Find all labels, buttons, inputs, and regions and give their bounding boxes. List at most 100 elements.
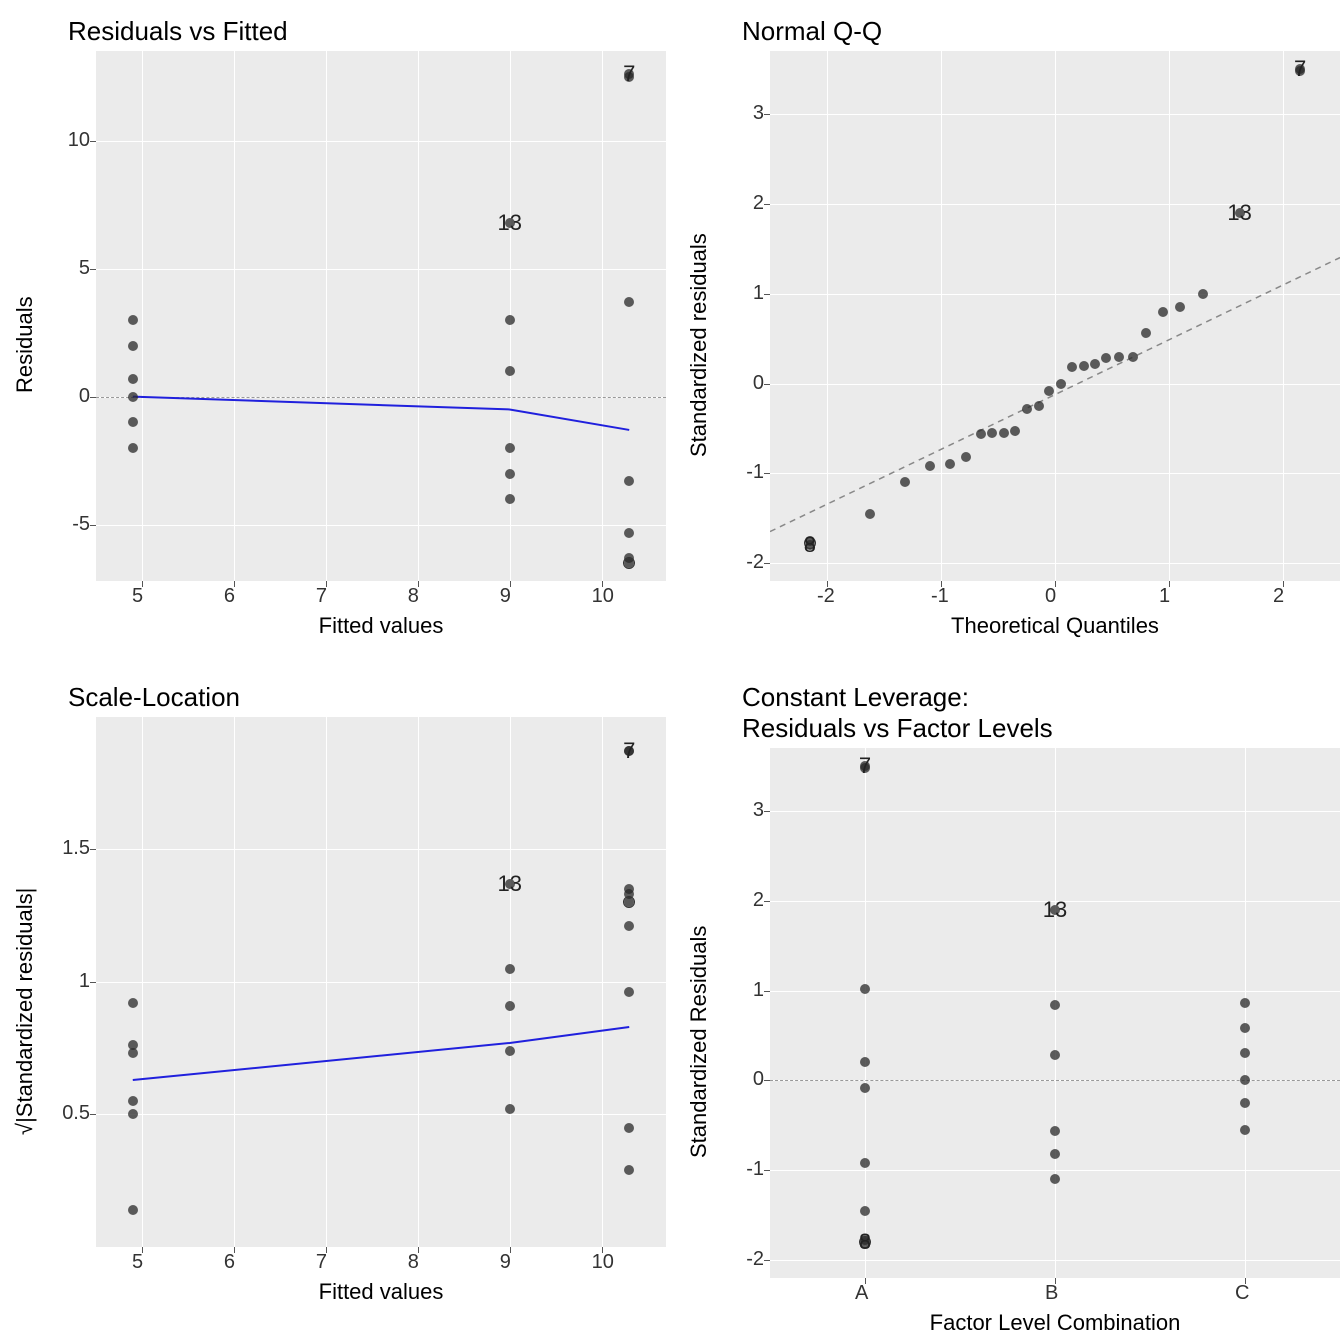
data-point xyxy=(976,429,986,439)
data-point-open xyxy=(623,896,635,908)
data-point xyxy=(505,443,515,453)
data-point xyxy=(1141,328,1151,338)
plot-area: 71383210-1-2 xyxy=(770,748,1340,1278)
point-annotation: 13 xyxy=(497,871,521,897)
data-point xyxy=(624,987,634,997)
y-axis-label: Residuals xyxy=(8,51,42,639)
diagnostic-plot-grid: Residuals vs FittedResiduals7131050-5567… xyxy=(0,0,1344,1344)
data-point xyxy=(1101,353,1111,363)
data-point xyxy=(987,428,997,438)
plot-area: 7131050-5 xyxy=(96,51,666,581)
data-point xyxy=(1090,359,1100,369)
data-point xyxy=(945,459,955,469)
x-tick-labels: ABC xyxy=(770,1278,1340,1308)
point-annotation: 13 xyxy=(497,210,521,236)
data-point xyxy=(624,921,634,931)
point-annotation: 7 xyxy=(859,753,871,779)
data-point xyxy=(624,1123,634,1133)
data-point xyxy=(1128,352,1138,362)
data-point xyxy=(925,461,935,471)
data-point xyxy=(860,1206,870,1216)
data-point xyxy=(624,528,634,538)
data-point xyxy=(624,476,634,486)
x-axis-label: Fitted values xyxy=(96,1279,666,1305)
data-point xyxy=(1240,1098,1250,1108)
data-point xyxy=(1050,1126,1060,1136)
chart-title: Residuals vs Fitted xyxy=(68,16,666,47)
data-point xyxy=(1050,1174,1060,1184)
data-point xyxy=(505,366,515,376)
data-point xyxy=(128,1096,138,1106)
data-point xyxy=(505,469,515,479)
point-annotation: 8 xyxy=(804,532,816,558)
data-point xyxy=(961,452,971,462)
data-point xyxy=(128,998,138,1008)
x-tick-labels: -2-1012 xyxy=(770,581,1340,611)
data-point xyxy=(1240,1075,1250,1085)
data-point xyxy=(860,1083,870,1093)
y-axis-label: Standardized Residuals xyxy=(682,748,716,1336)
point-annotation: 7 xyxy=(623,738,635,764)
data-point xyxy=(999,428,1009,438)
data-point xyxy=(128,392,138,402)
data-point xyxy=(128,1048,138,1058)
y-tick-labels: 3210-1-2 xyxy=(716,51,764,581)
point-annotation: 8 xyxy=(859,1229,871,1255)
data-point xyxy=(128,341,138,351)
y-tick-labels: 1050-5 xyxy=(42,51,90,581)
point-annotation: 7 xyxy=(623,61,635,87)
data-point xyxy=(860,984,870,994)
data-point xyxy=(1198,289,1208,299)
data-point xyxy=(128,374,138,384)
data-point xyxy=(1050,1149,1060,1159)
data-point xyxy=(505,494,515,504)
data-point xyxy=(860,1158,870,1168)
data-point xyxy=(1067,362,1077,372)
y-axis-label: √|Standardized residuals| xyxy=(8,717,42,1305)
data-point xyxy=(505,1001,515,1011)
point-annotation: 13 xyxy=(1043,897,1067,923)
data-point xyxy=(900,477,910,487)
data-point xyxy=(624,1165,634,1175)
data-point xyxy=(128,417,138,427)
panel-residuals-vs-fitted: Residuals vs Fitted Residuals 7 13 1050-5567… xyxy=(0,0,674,666)
x-tick-labels: 5678910 xyxy=(96,1247,666,1277)
data-point xyxy=(505,315,515,325)
plot-area: 71383210-1-2 xyxy=(770,51,1340,581)
data-point xyxy=(624,297,634,307)
chart-title: Normal Q-Q xyxy=(742,16,1340,47)
data-point xyxy=(128,1109,138,1119)
data-point xyxy=(1240,998,1250,1008)
point-annotation: 7 xyxy=(1294,56,1306,82)
data-point xyxy=(860,1057,870,1067)
y-tick-labels: 1.510.5 xyxy=(42,717,90,1247)
data-point-open xyxy=(623,557,635,569)
x-axis-label: Fitted values xyxy=(96,613,666,639)
panel-leverage: Constant Leverage: Residuals vs Factor L… xyxy=(674,666,1344,1344)
data-point xyxy=(1010,426,1020,436)
data-point xyxy=(128,1205,138,1215)
x-tick-labels: 5678910 xyxy=(96,581,666,611)
panel-scale-location: Scale-Location√|Standardized residuals|7… xyxy=(0,666,674,1344)
y-axis-label: Standardized residuals xyxy=(682,51,716,639)
data-point xyxy=(1114,352,1124,362)
point-annotation: 13 xyxy=(1227,200,1251,226)
data-point xyxy=(1050,1050,1060,1060)
x-axis-label: Factor Level Combination xyxy=(770,1310,1340,1336)
smooth-line xyxy=(96,51,666,581)
data-point xyxy=(1056,379,1066,389)
reference-line xyxy=(770,1080,1340,1081)
data-point xyxy=(505,964,515,974)
data-point xyxy=(1034,401,1044,411)
data-point xyxy=(128,443,138,453)
data-point xyxy=(128,315,138,325)
data-point xyxy=(505,1046,515,1056)
plot-area: 7131.510.5 xyxy=(96,717,666,1247)
chart-title: Constant Leverage: Residuals vs Factor L… xyxy=(742,682,1340,744)
data-point xyxy=(1240,1125,1250,1135)
data-point xyxy=(1175,302,1185,312)
reference-line xyxy=(96,397,666,398)
data-point xyxy=(1240,1023,1250,1033)
panel-normal-qq: Normal Q-Q Standardized residuals 7 13 8 3210… xyxy=(674,0,1344,666)
data-point xyxy=(1079,361,1089,371)
